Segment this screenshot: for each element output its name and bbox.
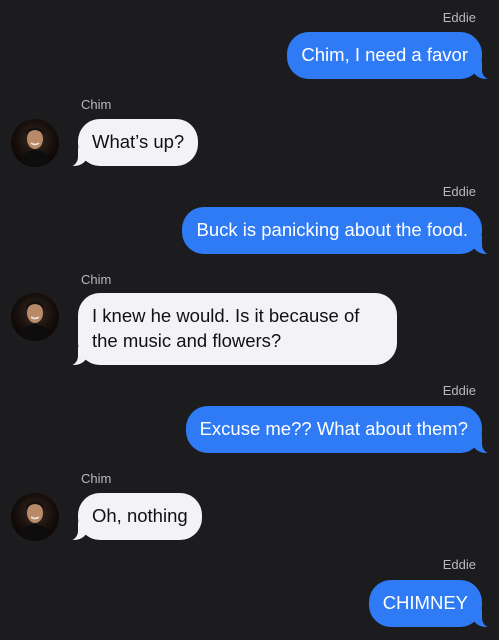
- outgoing-message-bubble[interactable]: Buck is panicking about the food.: [182, 207, 494, 255]
- contact-avatar[interactable]: [11, 293, 59, 341]
- contact-avatar[interactable]: [11, 119, 59, 167]
- contact-avatar[interactable]: [11, 493, 59, 541]
- sender-label: Chim: [81, 272, 112, 287]
- incoming-message-bubble[interactable]: What’s up?: [65, 119, 199, 167]
- sender-label: Eddie: [442, 184, 476, 199]
- sender-label: Eddie: [442, 10, 476, 25]
- sender-label: Chim: [81, 471, 112, 486]
- person-photo-avatar-icon: [19, 501, 51, 541]
- message-thread: Eddie Chim, I need a favor Chim What’s u…: [0, 0, 499, 640]
- person-photo-avatar-icon: [19, 127, 51, 167]
- outgoing-message-bubble[interactable]: Excuse me?? What about them?: [185, 406, 495, 454]
- sender-label: Eddie: [442, 383, 476, 398]
- sender-label: Eddie: [442, 557, 476, 572]
- incoming-message-bubble[interactable]: I knew he would. Is it because of the mu…: [66, 293, 397, 366]
- person-photo-avatar-icon: [19, 301, 51, 341]
- outgoing-message-bubble[interactable]: Chim, I need a favor: [287, 32, 494, 80]
- sender-label: Chim: [81, 97, 112, 112]
- incoming-message-bubble[interactable]: Oh, nothing: [66, 493, 202, 541]
- outgoing-message-bubble[interactable]: CHIMNEY: [368, 580, 495, 628]
